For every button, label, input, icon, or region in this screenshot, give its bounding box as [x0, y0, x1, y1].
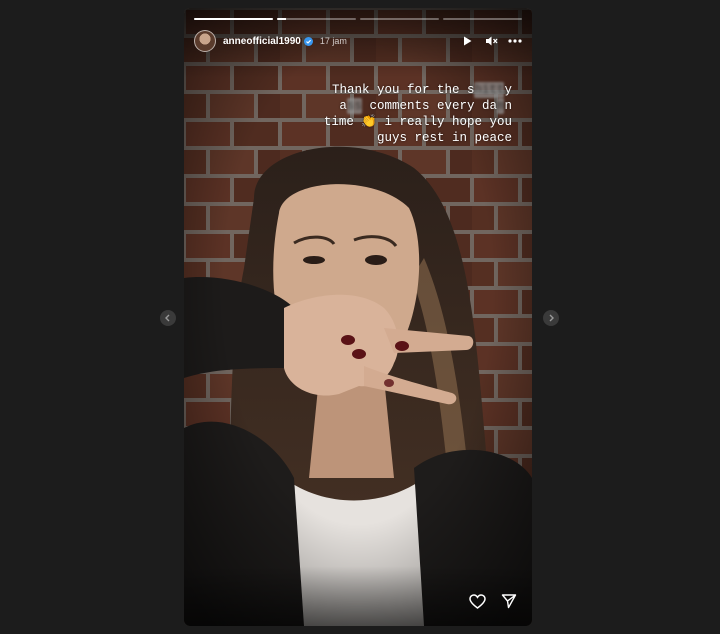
clap-emoji: 👏 [361, 115, 377, 129]
chevron-left-icon [165, 314, 170, 322]
avatar[interactable] [194, 30, 216, 52]
previous-story-button[interactable] [160, 310, 176, 326]
heart-icon [468, 593, 486, 609]
story-header: anneofficial1990 17 jam [194, 28, 522, 54]
like-button[interactable] [468, 592, 486, 610]
caption-text: time [323, 115, 362, 129]
progress-fill [194, 18, 273, 20]
username[interactable]: anneofficial1990 [223, 36, 301, 47]
caption-text: a [339, 99, 347, 113]
caption-line: guys rest in peace [376, 131, 512, 145]
verified-badge-icon [303, 36, 313, 46]
caption-text: n [504, 99, 512, 113]
censored-text: hitt [474, 82, 505, 98]
next-story-button[interactable] [543, 310, 559, 326]
censored-text: ss [346, 98, 362, 114]
caption-text: i really hope you [376, 115, 512, 129]
story-caption: Thank you for the shitty ass comments ev… [212, 82, 512, 146]
speaker-muted-icon [485, 36, 497, 46]
caption-text: y [504, 83, 512, 97]
story-card[interactable]: anneofficial1990 17 jam Thank you for th… [184, 8, 532, 626]
caption-text: Thank you for the s [331, 83, 475, 97]
play-button[interactable] [460, 34, 474, 48]
caption-line: time 👏 i really hope you [212, 114, 512, 130]
mute-button[interactable] [484, 34, 498, 48]
send-icon [501, 594, 517, 609]
share-button[interactable] [500, 592, 518, 610]
more-icon [508, 39, 522, 43]
progress-segment [277, 18, 356, 20]
progress-fill [277, 18, 287, 20]
censored-text: m [496, 98, 505, 114]
chevron-right-icon [549, 314, 554, 322]
more-options-button[interactable] [508, 34, 522, 48]
caption-text: comments every da [361, 99, 497, 113]
story-timestamp: 17 jam [319, 36, 347, 46]
progress-segment [443, 18, 522, 20]
play-icon [464, 36, 472, 46]
story-actions [468, 592, 518, 610]
header-actions [460, 34, 522, 48]
story-viewer: anneofficial1990 17 jam Thank you for th… [0, 0, 720, 634]
progress-segment [360, 18, 439, 20]
story-progress-bar [194, 18, 522, 20]
progress-segment [194, 18, 273, 20]
caption-line: ass comments every damn [212, 98, 512, 114]
caption-line: Thank you for the shitty [212, 82, 512, 98]
